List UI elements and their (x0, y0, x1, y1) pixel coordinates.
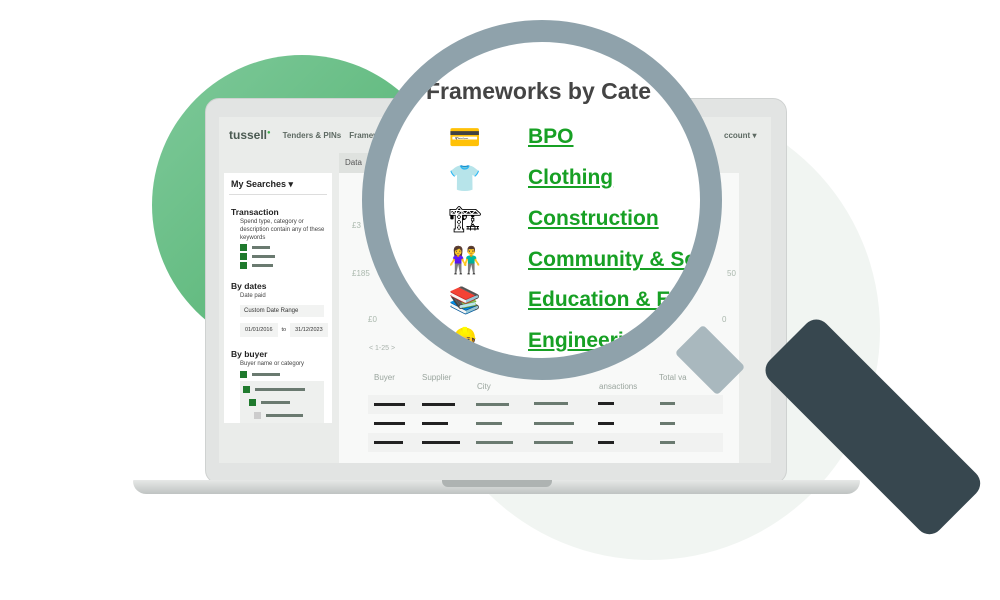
col-buyer[interactable]: Buyer (374, 373, 395, 382)
col-city[interactable]: City (477, 382, 491, 391)
checkbox[interactable] (254, 411, 324, 419)
date-to-input[interactable]: 31/12/2023 (290, 323, 328, 338)
y2-tick: 50 (727, 269, 736, 278)
pagination[interactable]: < 1-25 > (369, 345, 395, 352)
checkbox[interactable] (240, 262, 332, 270)
date-paid-label: Date paid (240, 293, 266, 300)
sidebar: My Searches ▾ Transaction Spend type, ca… (224, 173, 332, 423)
checkbox[interactable] (243, 385, 324, 393)
table-row[interactable] (368, 395, 723, 414)
my-searches-dropdown[interactable]: My Searches ▾ (231, 179, 332, 190)
date-from-input[interactable]: 01/01/2016 (240, 323, 278, 338)
filter-description: Spend type, category or description cont… (240, 219, 325, 241)
y-tick: £3 (352, 221, 361, 230)
col-transactions[interactable]: ansactions (599, 382, 637, 391)
checkbox[interactable] (249, 398, 324, 406)
checkbox[interactable] (240, 370, 332, 378)
col-total-value[interactable]: Total va (659, 373, 687, 382)
buyer-label: Buyer name or category (240, 361, 305, 368)
y-tick: £0 (368, 315, 377, 324)
filter-dates[interactable]: By dates (231, 281, 332, 291)
checkbox[interactable] (240, 253, 332, 261)
filter-buyer[interactable]: By buyer (231, 349, 332, 359)
to-label: to (281, 327, 287, 334)
table-row[interactable] (368, 414, 723, 433)
y-tick: £185 (352, 269, 370, 278)
nav-tenders[interactable]: Tenders & PINs (283, 131, 342, 140)
date-range-select[interactable]: Custom Date Range (240, 305, 324, 318)
filter-transaction[interactable]: Transaction (231, 207, 332, 217)
magnifier-ring (362, 20, 722, 380)
buyer-tree (240, 380, 324, 423)
checkbox[interactable] (240, 244, 332, 252)
laptop-notch (442, 480, 552, 487)
y2-tick: 0 (722, 315, 727, 324)
table-row[interactable] (368, 433, 723, 452)
logo: tussell● (229, 128, 271, 142)
col-supplier[interactable]: Supplier (422, 373, 451, 382)
account-menu[interactable]: ccount ▾ (724, 131, 756, 140)
